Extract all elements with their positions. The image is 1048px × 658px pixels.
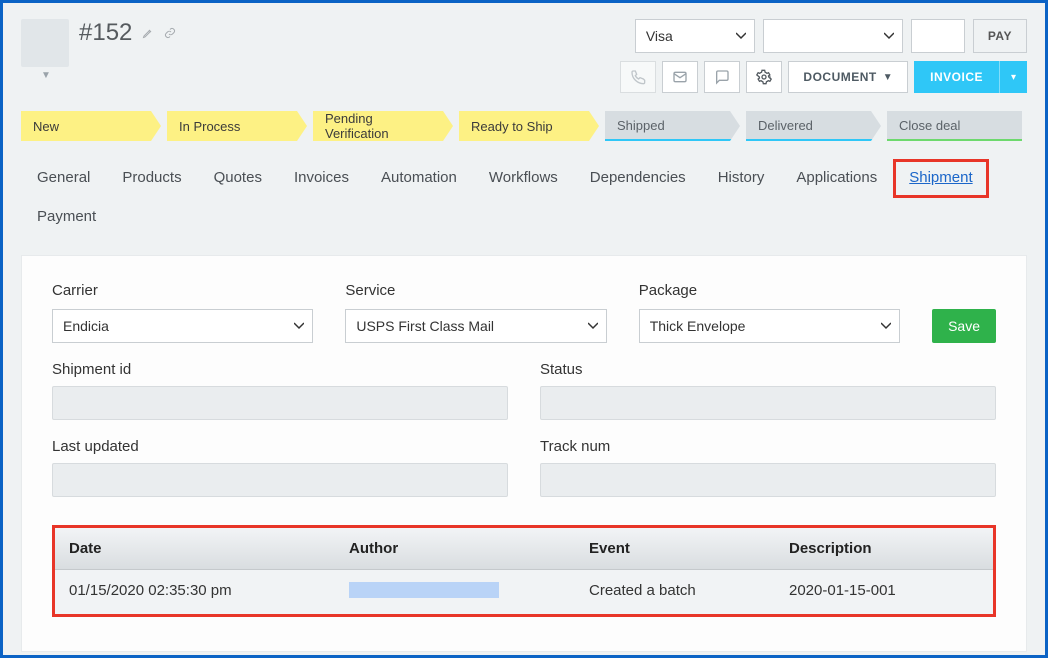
shipment-id-label: Shipment id: [52, 361, 508, 378]
header: ▼ #152 Visa PAY: [21, 19, 1027, 93]
action-row: DOCUMENT ▼ INVOICE ▾: [620, 61, 1027, 93]
log-cell-date: 01/15/2020 02:35:30 pm: [55, 570, 335, 614]
service-select[interactable]: USPS First Class Mail: [345, 309, 606, 343]
log-cell-author: [335, 570, 575, 614]
invoice-dropdown[interactable]: ▾: [999, 61, 1027, 93]
carrier-select[interactable]: Endicia: [52, 309, 313, 343]
log-cell-desc: 2020-01-15-001: [775, 570, 993, 614]
card-select[interactable]: Visa: [635, 19, 755, 53]
order-id-text: #152: [79, 19, 132, 47]
service-label: Service: [345, 282, 606, 299]
amount-input[interactable]: [911, 19, 965, 53]
log-header-author: Author: [335, 528, 575, 569]
stage-shipped[interactable]: Shipped: [605, 111, 740, 141]
tab-dependencies[interactable]: Dependencies: [574, 159, 702, 198]
status-label: Status: [540, 361, 996, 378]
last-updated-field: Last updated: [52, 438, 508, 497]
chevron-down-icon: ▼: [883, 72, 893, 83]
invoice-button[interactable]: INVOICE: [914, 61, 999, 93]
last-updated-label: Last updated: [52, 438, 508, 455]
package-select[interactable]: Thick Envelope: [639, 309, 900, 343]
last-updated-value: [52, 463, 508, 497]
shipment-selects-row: Carrier Endicia Service USPS First Class…: [52, 282, 996, 343]
package-field: Package Thick Envelope: [639, 282, 900, 343]
shipment-id-value: [52, 386, 508, 420]
tab-applications[interactable]: Applications: [780, 159, 893, 198]
tab-history[interactable]: History: [702, 159, 781, 198]
link-icon[interactable]: [164, 27, 176, 39]
order-id: #152: [79, 19, 176, 47]
shipment-card: Carrier Endicia Service USPS First Class…: [21, 255, 1027, 652]
stage-ready-to-ship[interactable]: Ready to Ship: [459, 111, 599, 141]
gear-icon[interactable]: [746, 61, 782, 93]
log-header-event: Event: [575, 528, 775, 569]
shipment-readonly-row-2: Last updated Track num: [52, 438, 996, 497]
pipeline: New In Process Pending Verification Read…: [21, 111, 1027, 141]
save-button[interactable]: Save: [932, 309, 996, 343]
tab-quotes[interactable]: Quotes: [198, 159, 278, 198]
avatar-block: ▼ #152: [21, 19, 176, 67]
tab-automation[interactable]: Automation: [365, 159, 473, 198]
pay-button[interactable]: PAY: [973, 19, 1027, 53]
tab-workflows[interactable]: Workflows: [473, 159, 574, 198]
chevron-down-icon[interactable]: ▼: [41, 70, 51, 81]
status-value: [540, 386, 996, 420]
tab-invoices[interactable]: Invoices: [278, 159, 365, 198]
mail-icon[interactable]: [662, 61, 698, 93]
package-label: Package: [639, 282, 900, 299]
tab-products[interactable]: Products: [106, 159, 197, 198]
log-header: Date Author Event Description: [55, 528, 993, 570]
log-header-date: Date: [55, 528, 335, 569]
document-button[interactable]: DOCUMENT ▼: [788, 61, 908, 93]
shipment-readonly-row-1: Shipment id Status: [52, 361, 996, 420]
carrier-field: Carrier Endicia: [52, 282, 313, 343]
invoice-group: INVOICE ▾: [914, 61, 1027, 93]
pencil-icon[interactable]: [142, 27, 154, 39]
stage-in-process[interactable]: In Process: [167, 111, 307, 141]
stage-close-deal[interactable]: Close deal: [887, 111, 1022, 141]
shipment-id-field: Shipment id: [52, 361, 508, 420]
top-right: Visa PAY: [620, 19, 1027, 93]
chat-icon[interactable]: [704, 61, 740, 93]
tab-shipment[interactable]: Shipment: [893, 159, 988, 198]
log-table: Date Author Event Description 01/15/2020…: [52, 525, 996, 617]
phone-icon[interactable]: [620, 61, 656, 93]
carrier-label: Carrier: [52, 282, 313, 299]
stage-new[interactable]: New: [21, 111, 161, 141]
author-redacted: [349, 582, 499, 598]
document-button-label: DOCUMENT: [803, 70, 876, 84]
track-num-label: Track num: [540, 438, 996, 455]
tab-payment[interactable]: Payment: [21, 198, 121, 237]
log-cell-event: Created a batch: [575, 570, 775, 614]
status-field: Status: [540, 361, 996, 420]
avatar[interactable]: ▼: [21, 19, 69, 67]
service-field: Service USPS First Class Mail: [345, 282, 606, 343]
stage-delivered[interactable]: Delivered: [746, 111, 881, 141]
log-row: 01/15/2020 02:35:30 pm Created a batch 2…: [55, 570, 993, 614]
track-num-field: Track num: [540, 438, 996, 497]
secondary-select[interactable]: [763, 19, 903, 53]
tabs: General Products Quotes Invoices Automat…: [21, 159, 1027, 237]
tab-general[interactable]: General: [21, 159, 106, 198]
stage-pending-verification[interactable]: Pending Verification: [313, 111, 453, 141]
app-frame: ▼ #152 Visa PAY: [0, 0, 1048, 658]
log-header-desc: Description: [775, 528, 993, 569]
track-num-value: [540, 463, 996, 497]
pay-row: Visa PAY: [635, 19, 1027, 53]
